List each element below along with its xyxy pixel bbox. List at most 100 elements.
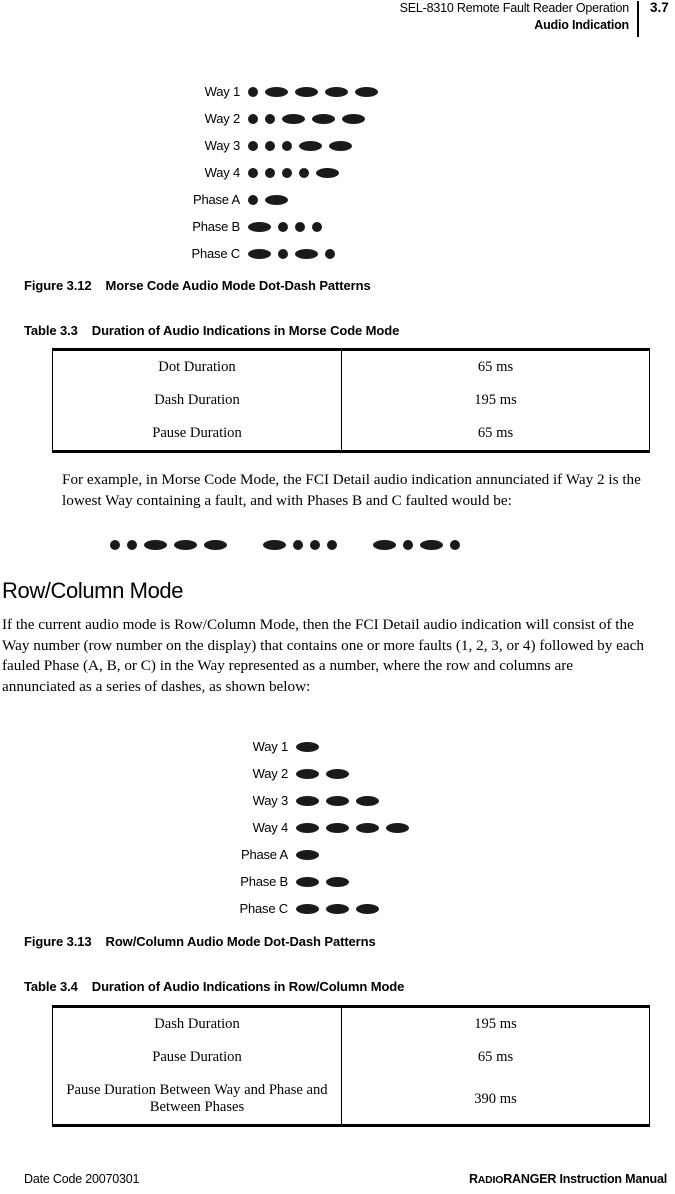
table-cell-label: Dash Duration: [52, 1006, 342, 1041]
table-cell-label: Dash Duration: [52, 384, 342, 417]
dot-symbol: [248, 113, 258, 124]
pattern-row-label: Phase C: [239, 901, 289, 916]
dot-symbol: [282, 167, 292, 178]
pattern-row: Way 4: [188, 814, 588, 841]
dash-symbol: [144, 540, 167, 550]
footer-brand-prefix: R: [468, 1172, 478, 1186]
dash-symbol: [326, 903, 349, 914]
pattern-row-label: Way 4: [204, 165, 241, 180]
dot-symbol: [293, 540, 303, 550]
header-title-block: SEL-8310 Remote Fault Reader Operation A…: [400, 0, 630, 34]
dash-symbol: [296, 768, 319, 779]
pattern-symbols: [248, 140, 359, 151]
dot-symbol: [450, 540, 460, 550]
pattern-row-label: Phase B: [240, 874, 288, 889]
pattern-symbols: [296, 876, 356, 887]
footer-manual-title: RADIORANGER Instruction Manual: [469, 1172, 667, 1186]
dash-symbol: [282, 113, 305, 124]
dot-symbol: [110, 540, 120, 550]
pattern-row-label: Phase B: [192, 219, 240, 234]
pattern-symbols: [248, 86, 385, 97]
dash-symbol: [356, 903, 379, 914]
dash-symbol: [325, 86, 348, 97]
dash-symbol: [296, 876, 319, 887]
table-3-4-caption: Table 3.4 Duration of Audio Indications i…: [24, 979, 404, 994]
footer-date-code: Date Code 20070301: [24, 1172, 140, 1186]
pattern-row: Way 2: [188, 760, 588, 787]
pattern-symbols: [248, 221, 329, 232]
row-column-pattern-rows: Way 1 Way 2 Way 3 Way 4 Phase A Phase B Phase …: [188, 733, 588, 922]
pattern-symbols: [296, 822, 416, 833]
dash-symbol: [248, 248, 271, 259]
pattern-symbols: [296, 741, 326, 752]
dash-symbol: [329, 140, 352, 151]
pattern-symbols: [296, 768, 356, 779]
pattern-row: Way 3: [140, 132, 540, 159]
pattern-symbols: [248, 167, 346, 178]
pattern-symbols: [248, 248, 342, 259]
pause-gap: [344, 540, 366, 550]
dash-symbol: [296, 849, 319, 860]
dash-symbol: [356, 795, 379, 806]
dash-symbol: [296, 741, 319, 752]
dot-symbol: [278, 248, 288, 259]
table-3-3-number: Table 3.3: [24, 323, 78, 338]
dot-symbol: [265, 113, 275, 124]
pattern-row-label: Way 4: [252, 820, 289, 835]
pattern-row-label: Way 3: [204, 138, 241, 153]
table-cell-value: 390 ms: [341, 1074, 650, 1126]
pattern-row: Phase C: [188, 895, 588, 922]
table-row: Pause Duration 65 ms: [52, 417, 650, 452]
table-3-3-body: Dot Duration 65 ms Dash Duration 195 ms Paus…: [52, 349, 650, 452]
dash-symbol: [373, 540, 396, 550]
table-3-4-title: Duration of Audio Indications in Row/Col…: [91, 979, 405, 994]
table-row: Dot Duration 65 ms: [52, 349, 650, 384]
pattern-row-label: Way 2: [252, 766, 289, 781]
table-3-4: Dash Duration 195 ms Pause Duration 65 ms Pa…: [52, 1005, 650, 1127]
table-3-4-number: Table 3.4: [24, 979, 78, 994]
table-cell-label: Dot Duration: [52, 349, 342, 384]
dash-symbol: [342, 113, 365, 124]
dash-symbol: [299, 140, 322, 151]
table-3-3-title: Duration of Audio Indications in Morse C…: [91, 323, 400, 338]
dot-symbol: [403, 540, 413, 550]
pause-gap: [234, 540, 256, 550]
morse-example-sequence: [110, 540, 467, 550]
document-page: SEL-8310 Remote Fault Reader Operation A…: [0, 0, 675, 1194]
pattern-row: Phase A: [188, 841, 588, 868]
morse-example-paragraph: For example, in Morse Code Mode, the FCI…: [62, 471, 641, 509]
dot-symbol: [325, 248, 335, 259]
dash-symbol: [326, 768, 349, 779]
dash-symbol: [174, 540, 197, 550]
dash-symbol: [296, 903, 319, 914]
pattern-row-label: Phase A: [240, 847, 288, 862]
dash-symbol: [312, 113, 335, 124]
pattern-row-label: Phase A: [192, 192, 240, 207]
dash-symbol: [326, 876, 349, 887]
figure-3-12-title: Morse Code Audio Mode Dot-Dash Patterns: [105, 278, 371, 293]
pattern-row: Phase B: [188, 868, 588, 895]
dash-symbol: [248, 221, 271, 232]
table-cell-value: 65 ms: [341, 349, 650, 384]
table-row: Pause Duration Between Way and Phase and…: [52, 1074, 650, 1126]
figure-3-13-title: Row/Column Audio Mode Dot-Dash Patterns: [105, 934, 376, 949]
dot-symbol: [310, 540, 320, 550]
pattern-row-label: Way 1: [252, 739, 289, 754]
table-row: Dash Duration 195 ms: [52, 384, 650, 417]
table-cell-value: 65 ms: [341, 417, 650, 452]
dash-symbol: [265, 86, 288, 97]
figure-row-column-patterns: Way 1 Way 2 Way 3 Way 4 Phase A Phase B Phase …: [188, 733, 588, 922]
pattern-row: Phase B: [140, 213, 540, 240]
dot-symbol: [265, 167, 275, 178]
pattern-symbols: [296, 903, 386, 914]
dash-symbol: [326, 795, 349, 806]
table-cell-value: 195 ms: [341, 1006, 650, 1041]
header-divider: [637, 1, 639, 37]
table-cell-label: Pause Duration: [52, 417, 342, 452]
running-header: SEL-8310 Remote Fault Reader Operation A…: [0, 0, 675, 42]
dash-symbol: [296, 822, 319, 833]
pattern-symbols: [296, 795, 386, 806]
pattern-row: Way 2: [140, 105, 540, 132]
dot-symbol: [248, 194, 258, 205]
table-row: Dash Duration 195 ms: [52, 1006, 650, 1041]
